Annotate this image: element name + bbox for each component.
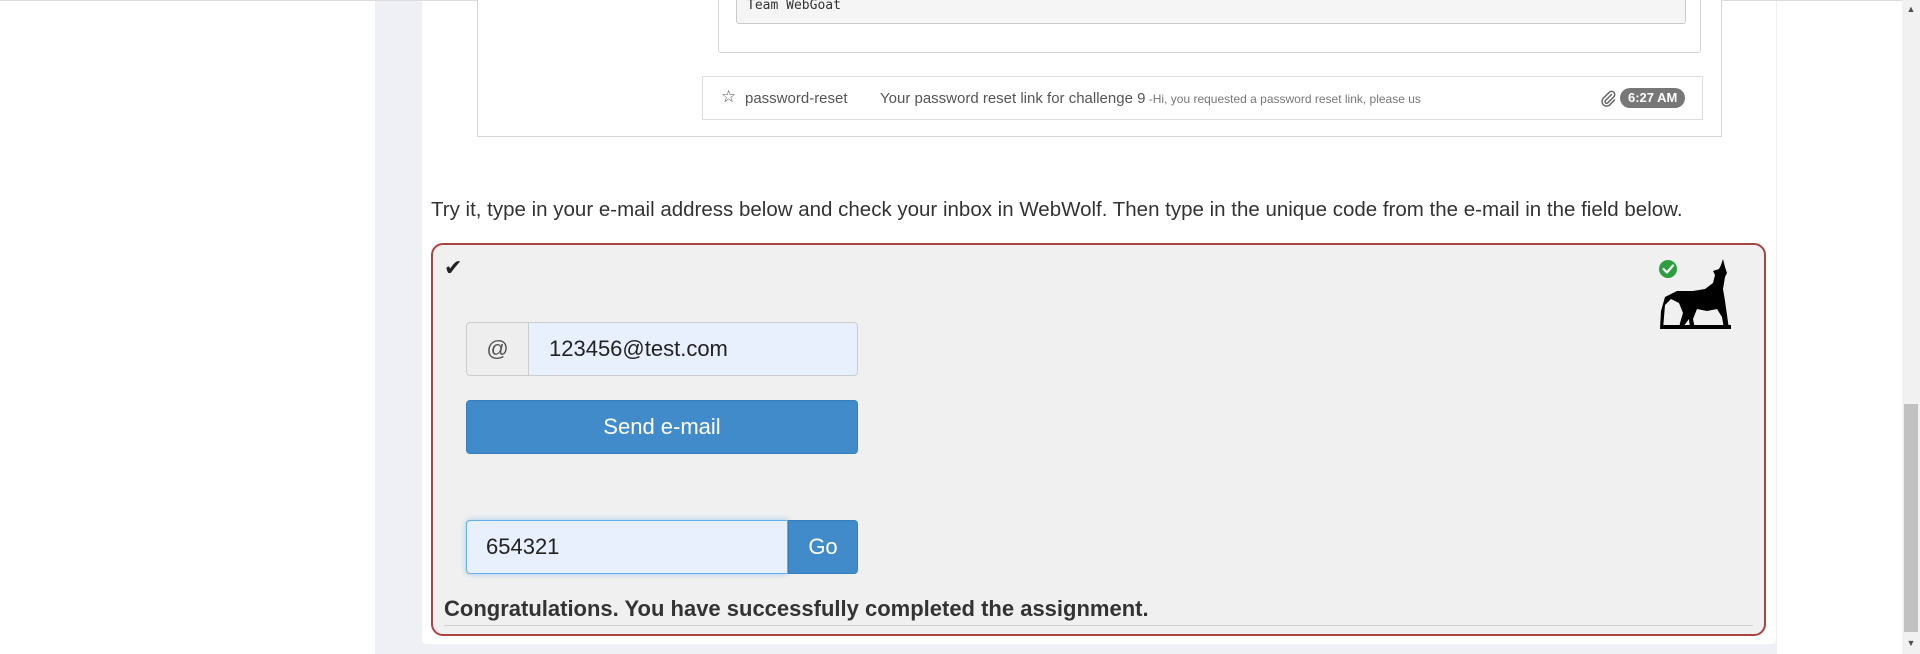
mail-list-item[interactable]: ☆ password-reset Your password reset lin… bbox=[702, 76, 1703, 120]
mail-signature: Team WebGoat bbox=[736, 0, 1686, 24]
feedback-divider bbox=[444, 625, 1753, 626]
mail-subject-line: Your password reset link for challenge 9… bbox=[880, 90, 1421, 107]
scroll-up-arrow-icon[interactable]: ▲ bbox=[1902, 2, 1920, 16]
send-email-button[interactable]: Send e-mail bbox=[466, 400, 858, 454]
paperclip-icon bbox=[1601, 90, 1616, 107]
go-button[interactable]: Go bbox=[788, 520, 858, 574]
mail-preview-text: -Hi, you requested a password reset link… bbox=[1145, 92, 1421, 106]
mail-time-badge: 6:27 AM bbox=[1620, 88, 1686, 108]
mail-subject: Your password reset link for challenge 9 bbox=[880, 90, 1146, 107]
feedback-message: Congratulations. You have successfully c… bbox=[444, 596, 1149, 621]
assignment-container: ✔ @ Send e-mail Go Congratulations. You … bbox=[431, 243, 1766, 636]
email-addon: @ bbox=[466, 322, 528, 376]
left-sidebar-area bbox=[0, 1, 375, 654]
webwolf-icon[interactable] bbox=[1659, 259, 1731, 331]
mail-sender: password-reset bbox=[745, 90, 848, 107]
star-outline-icon[interactable]: ☆ bbox=[721, 87, 736, 107]
assignment-instructions: Try it, type in your e-mail address belo… bbox=[431, 198, 1683, 221]
page-scrollbar[interactable]: ▲ ▼ bbox=[1902, 0, 1920, 654]
scroll-down-arrow-icon[interactable]: ▼ bbox=[1902, 636, 1920, 650]
code-input[interactable] bbox=[466, 520, 788, 574]
scrollbar-thumb[interactable] bbox=[1904, 404, 1918, 632]
checkmark-icon: ✔ bbox=[444, 255, 463, 280]
email-input-group: @ bbox=[466, 322, 858, 376]
email-field[interactable] bbox=[528, 322, 858, 376]
